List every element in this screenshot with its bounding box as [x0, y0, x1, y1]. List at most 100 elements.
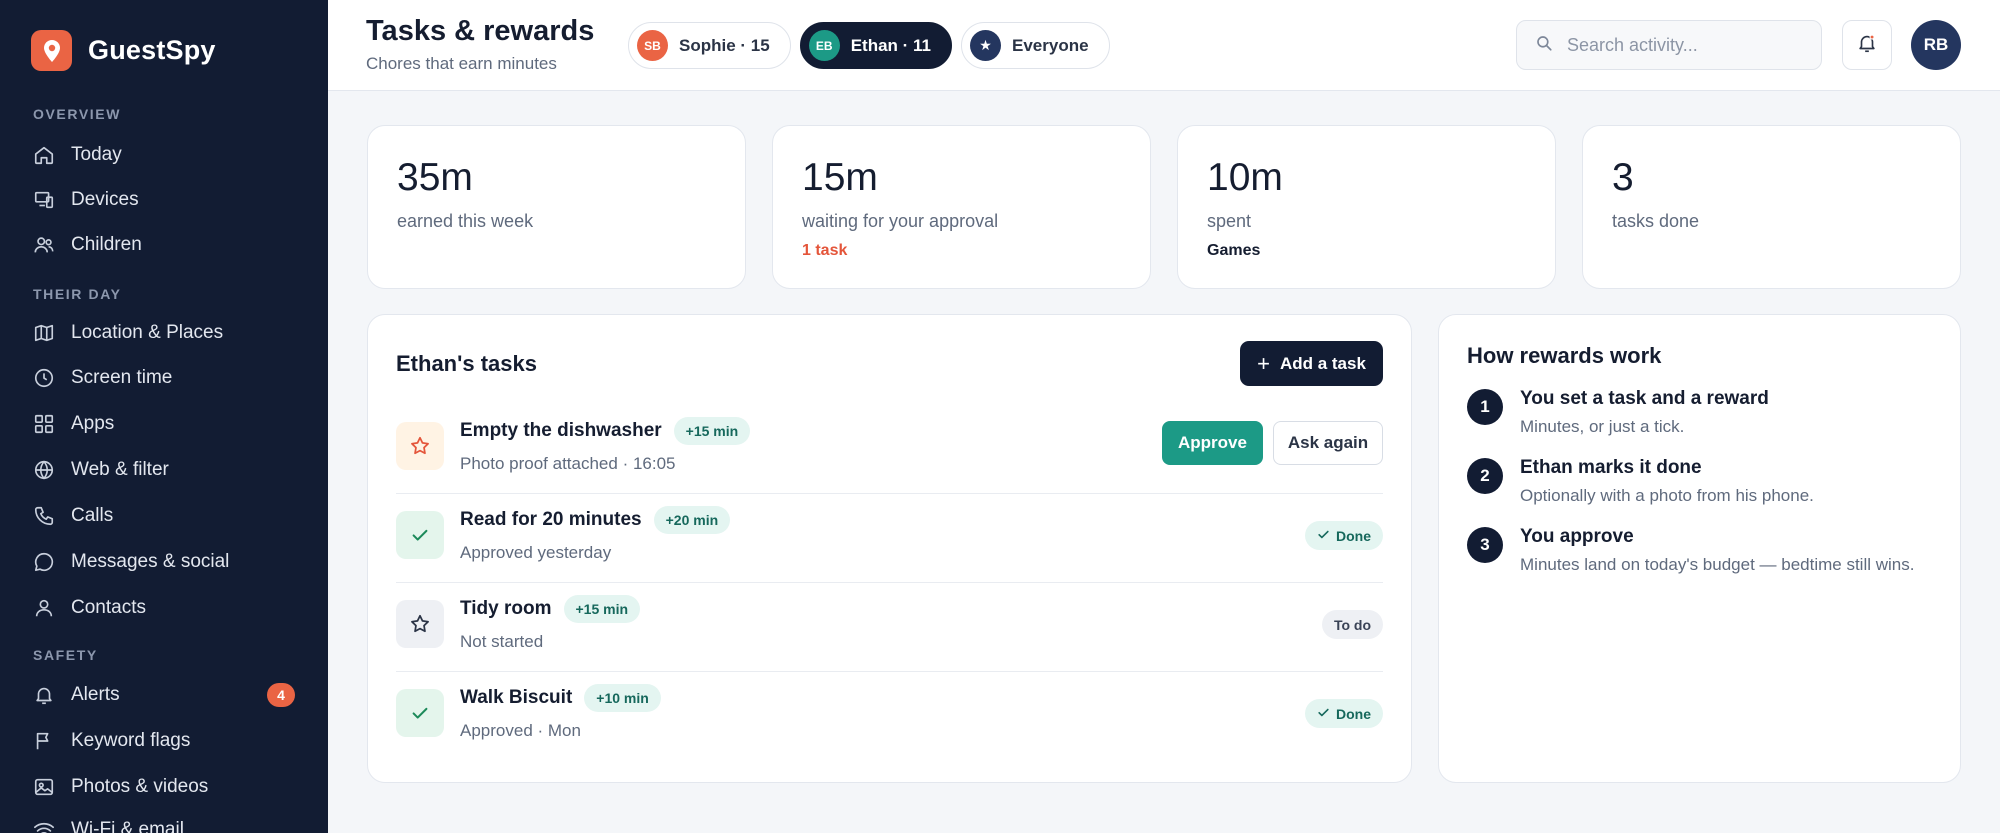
- sidebar-item-photos[interactable]: Photos & videos: [33, 767, 295, 807]
- task-meta: Approved · Mon: [460, 721, 581, 740]
- task-title: Read for 20 minutes +20 min: [460, 506, 731, 534]
- reward-badge: +15 min: [673, 417, 751, 445]
- location-pin-icon: [31, 30, 72, 71]
- step-description: Minutes, or just a tick.: [1520, 417, 1685, 436]
- globe-icon: [33, 459, 55, 481]
- task-title-text: Empty the dishwasher: [460, 420, 662, 442]
- reward-badge: +20 min: [653, 506, 731, 534]
- step-title: Ethan marks it done: [1520, 457, 1702, 478]
- task-title: Walk Biscuit +10 min: [460, 684, 661, 712]
- status-badge: Done: [1305, 521, 1383, 550]
- flag-icon: [33, 730, 55, 752]
- notifications-button[interactable]: [1842, 20, 1892, 70]
- page-subtitle: Chores that earn minutes: [366, 54, 557, 73]
- sidebar-item-contacts[interactable]: Contacts: [33, 588, 295, 628]
- sidebar-item-label: Screen time: [71, 367, 173, 388]
- step-description: Minutes land on today's budget — bedtime…: [1520, 555, 1915, 574]
- child-chip-label: Sophie · 15: [679, 35, 770, 55]
- child-switcher: SB Sophie · 15 EB Ethan · 11 ★ Everyone: [628, 22, 1119, 69]
- task-title-text: Read for 20 minutes: [460, 509, 642, 531]
- child-chip-label: Everyone: [1012, 35, 1089, 55]
- user-avatar[interactable]: RB: [1911, 20, 1961, 70]
- image-icon: [33, 776, 55, 798]
- star-icon: [396, 422, 444, 470]
- task-title-text: Tidy room: [460, 598, 552, 620]
- sidebar-item-label: Children: [71, 234, 142, 255]
- sidebar-item-today[interactable]: Today: [33, 135, 295, 175]
- stat-value: 35m: [397, 156, 473, 199]
- sidebar-item-label: Location & Places: [71, 322, 224, 343]
- stat-sub: 1 task: [802, 242, 848, 259]
- clock-icon: [33, 367, 55, 389]
- task-row: Tidy room +15 min Not started To do: [396, 583, 1383, 672]
- bell-icon: [33, 684, 55, 706]
- notification-bell-icon: [1856, 32, 1878, 59]
- sidebar-item-label: Devices: [71, 189, 139, 210]
- child-avatar: EB: [808, 30, 840, 61]
- map-icon: [33, 322, 55, 344]
- section-safety: SAFETY: [33, 647, 98, 663]
- tasks-panel: Ethan's tasks + Add a task Empty the dis…: [367, 314, 1412, 783]
- sidebar-item-web-filter[interactable]: Web & filter: [33, 450, 295, 490]
- sidebar-item-location[interactable]: Location & Places: [33, 313, 295, 353]
- sidebar-item-label: Keyword flags: [71, 730, 191, 751]
- task-row: Read for 20 minutes +20 min Approved yest…: [396, 494, 1383, 583]
- search-box[interactable]: [1516, 20, 1822, 70]
- sidebar-item-label: Web & filter: [71, 459, 169, 480]
- task-title: Empty the dishwasher +15 min: [460, 417, 751, 445]
- rewards-panel-title: How rewards work: [1467, 343, 1662, 368]
- check-icon: [396, 689, 444, 737]
- stat-value: 15m: [802, 156, 878, 199]
- page-title: Tasks & rewards: [366, 15, 595, 47]
- sidebar-item-calls[interactable]: Calls: [33, 496, 295, 536]
- sidebar-item-screen-time[interactable]: Screen time: [33, 358, 295, 398]
- chat-icon: [33, 551, 55, 573]
- section-overview: OVERVIEW: [33, 106, 122, 122]
- child-chip-ethan[interactable]: EB Ethan · 11: [799, 22, 952, 69]
- check-icon: [396, 511, 444, 559]
- sidebar-item-label: Calls: [71, 505, 114, 526]
- user-icon: [33, 597, 55, 619]
- sidebar-item-devices[interactable]: Devices: [33, 180, 295, 220]
- step-title: You set a task and a reward: [1520, 388, 1769, 409]
- task-title-text: Walk Biscuit: [460, 687, 573, 709]
- step-description: Optionally with a photo from his phone.: [1520, 486, 1814, 505]
- stat-label: earned this week: [397, 211, 534, 231]
- top-bar: Tasks & rewards Chores that earn minutes…: [328, 0, 2000, 91]
- approve-button[interactable]: Approve: [1162, 421, 1263, 465]
- task-row: Walk Biscuit +10 min Approved · Mon Done: [396, 672, 1383, 761]
- plus-icon: +: [1257, 350, 1270, 376]
- search-input[interactable]: [1567, 34, 1807, 56]
- home-icon: [33, 144, 55, 166]
- brand[interactable]: GuestSpy: [31, 30, 216, 71]
- sidebar-item-children[interactable]: Children: [33, 225, 295, 265]
- devices-icon: [33, 189, 55, 211]
- sidebar-item-wifi-email[interactable]: Wi-Fi & email: [33, 810, 295, 833]
- reward-badge: +10 min: [584, 684, 661, 712]
- stat-card-done: 3 tasks done: [1582, 125, 1961, 289]
- stat-value: 3: [1612, 156, 1634, 199]
- status-label: Done: [1336, 705, 1371, 722]
- child-chip-sophie[interactable]: SB Sophie · 15: [628, 22, 791, 69]
- brand-name: GuestSpy: [88, 35, 216, 65]
- alerts-count-badge: 4: [267, 683, 295, 707]
- status-badge: Done: [1305, 699, 1383, 728]
- ask-again-button[interactable]: Ask again: [1273, 421, 1383, 465]
- sidebar-item-alerts[interactable]: Alerts 4: [33, 675, 295, 715]
- star-outline-icon: [396, 600, 444, 648]
- sidebar-item-keyword-flags[interactable]: Keyword flags: [33, 721, 295, 761]
- phone-icon: [33, 505, 55, 527]
- check-icon: [1317, 528, 1330, 544]
- child-chip-everyone[interactable]: ★ Everyone: [961, 22, 1110, 69]
- sidebar-item-label: Apps: [71, 413, 115, 434]
- sidebar-item-label: Photos & videos: [71, 776, 209, 797]
- add-task-button[interactable]: + Add a task: [1240, 341, 1383, 386]
- sidebar-item-apps[interactable]: Apps: [33, 404, 295, 444]
- task-meta: Photo proof attached · 16:05: [460, 454, 676, 473]
- task-title: Tidy room +15 min: [460, 595, 641, 623]
- reward-badge: +15 min: [563, 595, 641, 623]
- rewards-info-panel: How rewards work 1 You set a task and a …: [1438, 314, 1961, 783]
- sidebar-item-label: Contacts: [71, 597, 146, 618]
- sidebar-item-messages[interactable]: Messages & social: [33, 542, 295, 582]
- sidebar-item-label: Wi-Fi & email: [71, 819, 184, 833]
